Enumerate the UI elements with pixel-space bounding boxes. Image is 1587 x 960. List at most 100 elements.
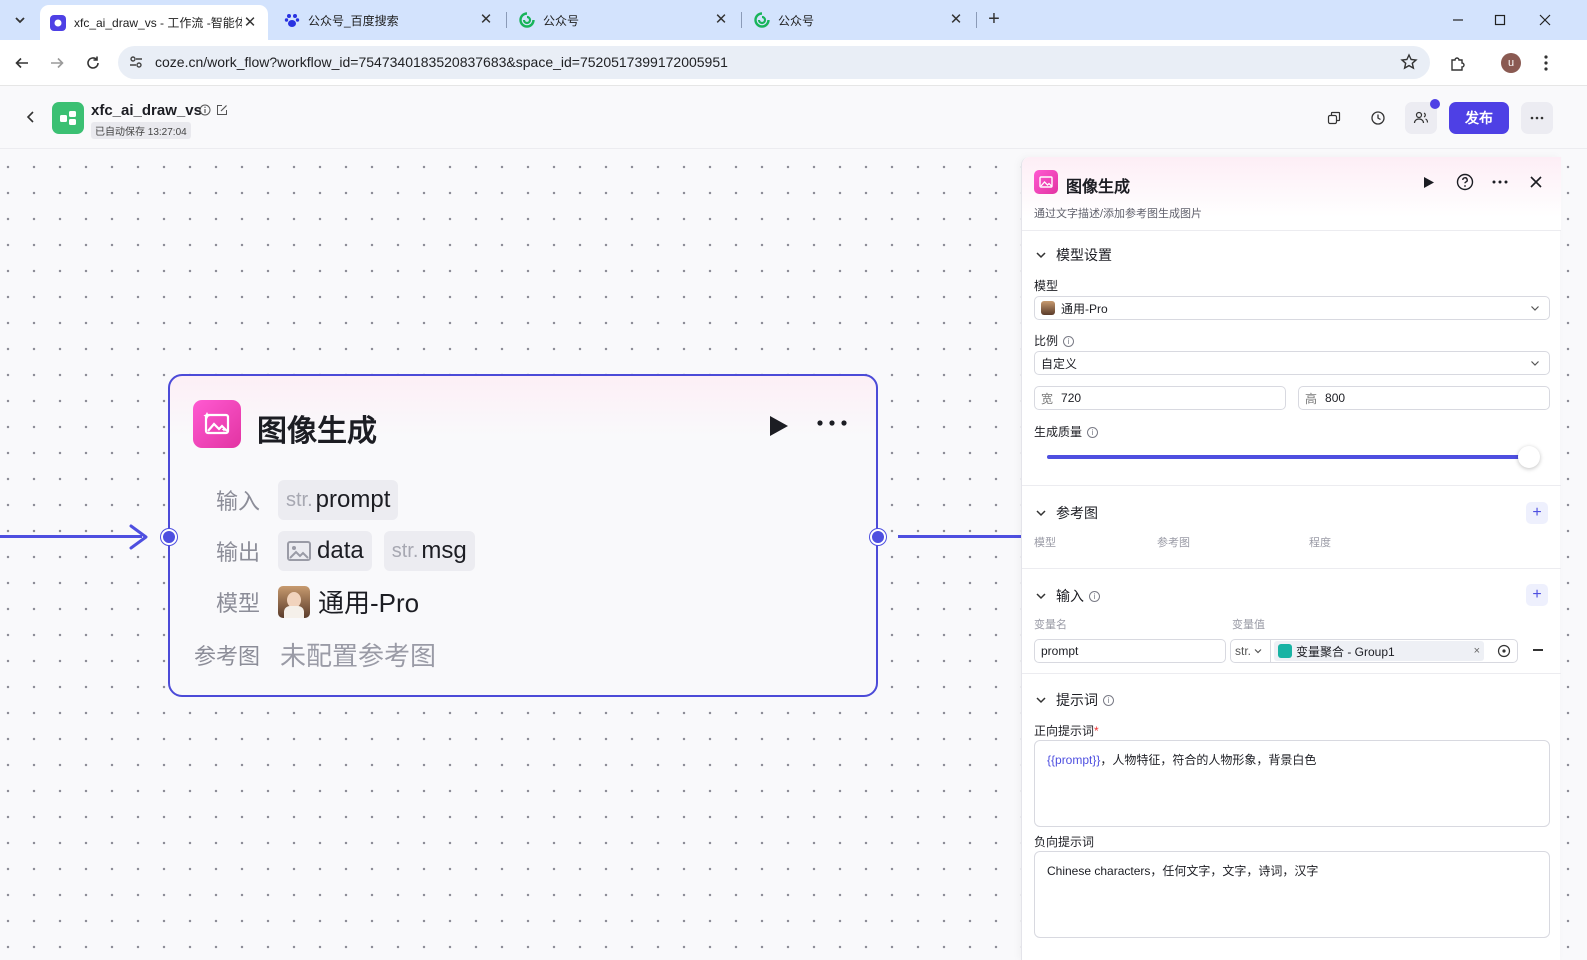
panel-more-button[interactable]	[1489, 171, 1511, 193]
quality-slider-fill	[1047, 455, 1529, 459]
image-generation-icon	[1034, 170, 1058, 194]
chevron-down-icon	[1036, 252, 1046, 259]
tab-close-icon[interactable]: ✕	[948, 12, 964, 28]
quality-slider-thumb[interactable]	[1518, 446, 1540, 468]
reload-button[interactable]	[81, 51, 105, 75]
info-icon[interactable]	[199, 104, 211, 116]
node-output-port[interactable]	[870, 529, 886, 545]
site-settings-icon[interactable]	[128, 54, 144, 70]
var-reference-tag[interactable]: 变量聚合 - Group1 ×	[1274, 641, 1484, 661]
arrow-head-icon	[128, 523, 150, 551]
section-title: 输入	[1056, 588, 1084, 604]
autosave-status: 已自动保存 13:27:04	[91, 122, 191, 139]
bookmark-star-icon[interactable]	[1400, 53, 1418, 71]
width-input[interactable]: 宽 720	[1034, 386, 1286, 410]
maximize-button[interactable]	[1488, 8, 1512, 32]
arrow-right-icon	[51, 57, 64, 69]
forward-button[interactable]	[45, 51, 69, 75]
var-name: msg	[421, 537, 467, 564]
wechat-swirl-icon	[754, 12, 770, 28]
chevron-down-icon	[1254, 649, 1262, 654]
required-asterisk: *	[1094, 724, 1099, 738]
tab-close-icon[interactable]: ✕	[713, 12, 729, 28]
info-icon[interactable]: i	[1063, 336, 1075, 348]
height-input[interactable]: 高 800	[1298, 386, 1550, 410]
chevron-down-icon	[1531, 306, 1539, 311]
node-model-label: 模型	[216, 590, 261, 616]
info-icon[interactable]: i	[1087, 427, 1099, 439]
tab-title: xfc_ai_draw_vs - 工作流 -智能体	[74, 16, 242, 30]
var-value-input[interactable]: str. 变量聚合 - Group1 ×	[1230, 639, 1518, 663]
publish-button[interactable]: 发布	[1449, 102, 1509, 134]
positive-prompt-label-text: 正向提示词	[1034, 724, 1095, 738]
edit-icon[interactable]	[216, 104, 228, 116]
ratio-select[interactable]: 自定义	[1034, 351, 1550, 375]
incoming-edge[interactable]	[0, 535, 142, 538]
positive-prompt-textarea[interactable]: {{prompt}}，人物特征，符合的人物形象，背景白色	[1034, 740, 1550, 827]
browser-menu-button[interactable]	[1534, 51, 1558, 75]
node-model-row: 模型 通用-Pro	[216, 583, 419, 620]
inputs-toggle[interactable]: 输入 i	[1034, 586, 1100, 606]
more-options-button[interactable]	[1521, 102, 1553, 134]
remove-reference-icon[interactable]: ×	[1474, 645, 1480, 657]
quality-slider-track[interactable]	[1047, 446, 1540, 468]
negative-prompt-textarea[interactable]: Chinese characters，任何文字，文字，诗词，汉字	[1034, 851, 1550, 938]
new-tab-button[interactable]: +	[983, 9, 1005, 31]
reference-toggle[interactable]: 参考图	[1034, 503, 1098, 523]
outgoing-edge[interactable]	[898, 535, 1022, 538]
chevron-down-icon	[15, 17, 25, 24]
panel-description: 通过文字描述/添加参考图生成图片	[1034, 208, 1203, 220]
image-type-icon	[287, 541, 311, 561]
play-icon	[770, 416, 788, 436]
back-button[interactable]	[10, 51, 34, 75]
model-select[interactable]: 通用-Pro	[1034, 296, 1550, 320]
tab-separator	[741, 12, 742, 28]
node-ref-label: 参考图	[194, 643, 261, 669]
close-window-button[interactable]	[1533, 8, 1557, 32]
collaborators-button[interactable]	[1405, 99, 1440, 134]
target-icon	[1497, 644, 1511, 658]
extensions-button[interactable]	[1446, 51, 1470, 75]
panel-run-button[interactable]	[1418, 171, 1440, 193]
col-reference: 参考图	[1157, 537, 1190, 549]
node-more-button[interactable]	[816, 419, 848, 427]
section-divider	[1022, 673, 1561, 674]
node-run-button[interactable]	[768, 414, 790, 438]
node-input-port[interactable]	[161, 529, 177, 545]
panel-close-button[interactable]	[1525, 171, 1547, 193]
col-var-value: 变量值	[1232, 619, 1265, 631]
minimize-button[interactable]	[1446, 8, 1470, 32]
tab-workflow[interactable]: xfc_ai_draw_vs - 工作流 -智能体 ✕	[40, 5, 268, 40]
tab-close-icon[interactable]: ✕	[478, 12, 494, 28]
baidu-paw-icon	[284, 12, 300, 28]
help-button[interactable]	[1454, 171, 1476, 193]
var-name-input[interactable]: prompt	[1034, 639, 1226, 663]
tab-close-icon[interactable]: ✕	[242, 14, 258, 31]
remove-input-button[interactable]	[1533, 649, 1543, 651]
history-button[interactable]	[1362, 102, 1394, 134]
type-tag: str.	[391, 539, 419, 562]
tab-gongzhonghao-1[interactable]: 公众号 ✕	[509, 5, 739, 35]
tab-search-button[interactable]	[6, 6, 34, 34]
address-bar[interactable]: coze.cn/work_flow?workflow_id=7547340183…	[118, 46, 1430, 79]
add-reference-button[interactable]: +	[1526, 502, 1548, 524]
add-input-button[interactable]: +	[1526, 584, 1548, 606]
col-model: 模型	[1034, 537, 1056, 549]
tab-title: 公众号	[543, 13, 580, 28]
node-input-label: 输入	[216, 489, 261, 514]
info-icon[interactable]: i	[1103, 694, 1114, 706]
var-type-value: str.	[1235, 644, 1252, 658]
model-settings-toggle[interactable]: 模型设置	[1034, 245, 1112, 265]
image-generation-node[interactable]: 图像生成 输入 str. prompt 输出 data str. msg 模型 …	[168, 374, 878, 697]
info-icon[interactable]: i	[1089, 590, 1100, 602]
height-prefix: 高	[1305, 391, 1318, 406]
profile-avatar[interactable]: u	[1501, 53, 1521, 73]
prompts-toggle[interactable]: 提示词 i	[1034, 690, 1114, 710]
tab-baidu[interactable]: 公众号_百度搜索 ✕	[274, 5, 504, 35]
back-chevron-icon[interactable]	[24, 110, 38, 124]
var-name-value: prompt	[1041, 644, 1079, 658]
width-value: 720	[1061, 391, 1082, 405]
tab-gongzhonghao-2[interactable]: 公众号 ✕	[744, 5, 974, 35]
var-type-select[interactable]: str.	[1231, 640, 1271, 662]
copy-button[interactable]	[1318, 102, 1350, 134]
